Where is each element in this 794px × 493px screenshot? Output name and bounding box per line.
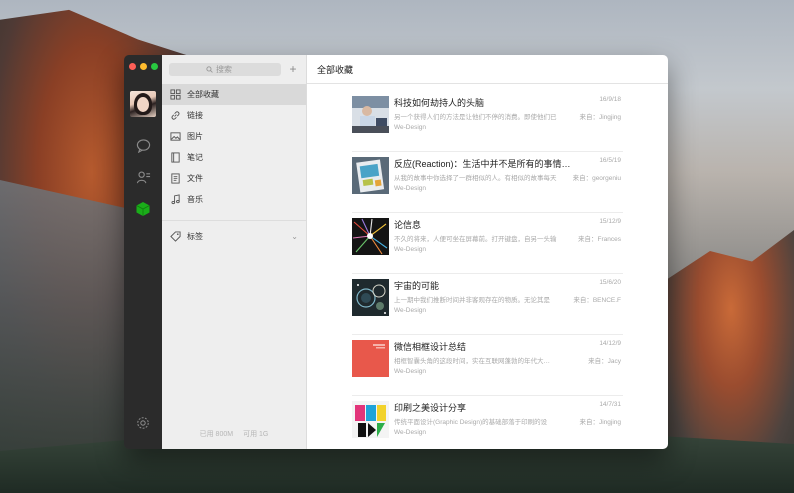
sidebar-item-files[interactable]: 文件: [162, 168, 306, 189]
item-title: 反应(Reaction)：生活中并不是所有的事情都那…: [394, 159, 574, 169]
item-source: We-Design: [394, 246, 427, 253]
chevron-down-icon[interactable]: ⌄: [291, 232, 298, 241]
item-date: 14/12/9: [599, 340, 621, 347]
item-date: 15/12/9: [599, 218, 621, 225]
item-source: We-Design: [394, 307, 427, 314]
tag-icon: [170, 230, 181, 242]
item-excerpt: 从我的故事中你选择了一群相似的人。有相似的故事每天: [394, 175, 557, 182]
item-title: 微信相框设计总结: [394, 342, 467, 352]
item-excerpt: 上一期中我们推断时间并非客观存在的物质。无论其是: [394, 297, 550, 304]
favorites-main: 全部收藏 科技如何劫持人的头脑 另一个获得人们的方法是让他们不停的消费。即使他们…: [307, 55, 668, 449]
contacts-icon[interactable]: [135, 169, 151, 185]
list-item[interactable]: 微信相框设计总结 相框智囊头角的这段时间，实在互联网蓬勃的年代大… We-Des…: [352, 335, 623, 396]
tags-label: 标签: [187, 231, 203, 241]
item-source: We-Design: [394, 185, 427, 192]
tags-section[interactable]: 标签 ⌄: [170, 228, 298, 244]
chat-icon[interactable]: [135, 137, 151, 153]
category-list: 全部收藏 链接 图片 笔记 文件 音乐: [162, 84, 306, 210]
sidebar-item-label: 图片: [187, 132, 203, 141]
avatar[interactable]: [130, 91, 156, 117]
sidebar-item-label: 笔记: [187, 153, 203, 162]
grid-icon: [170, 89, 181, 100]
list-item[interactable]: 科技如何劫持人的头脑 另一个获得人们的方法是让他们不停的消费。即使他们已 We-…: [352, 91, 623, 152]
list-item[interactable]: 宇宙的可能 上一期中我们推断时间并非客观存在的物质。无论其是 We-Design…: [352, 274, 623, 335]
window-controls: [129, 63, 158, 70]
sidebar-item-links[interactable]: 链接: [162, 105, 306, 126]
thumbnail-universe-image: [352, 279, 389, 316]
storage-info: 已用 800M 可用 1G: [162, 429, 306, 439]
item-author: 来自：georgeniu: [572, 175, 621, 182]
sidebar-item-label: 文件: [187, 174, 203, 183]
thumbnail-print-image: [352, 401, 389, 438]
app-window: + 全部收藏 链接 图片 笔记 文件: [124, 55, 668, 449]
item-excerpt: 不久的将来，人便可坐在屏幕前。打开键盘，自另一头输: [394, 236, 557, 243]
item-title: 宇宙的可能: [394, 281, 440, 291]
thumbnail-frame-image: [352, 340, 389, 377]
thumbnail-tech-image: [352, 96, 389, 133]
item-date: 16/9/18: [599, 96, 621, 103]
navigation-rail: [124, 55, 162, 449]
sidebar-item-music[interactable]: 音乐: [162, 189, 306, 210]
favorites-sidebar: + 全部收藏 链接 图片 笔记 文件: [162, 55, 307, 449]
sidebar-item-label: 音乐: [187, 195, 203, 204]
favorites-list: 科技如何劫持人的头脑 另一个获得人们的方法是让他们不停的消费。即使他们已 We-…: [352, 91, 623, 449]
item-date: 14/7/31: [599, 401, 621, 408]
storage-available: 可用 1G: [243, 431, 269, 438]
favorites-icon[interactable]: [135, 201, 151, 217]
sidebar-item-label: 链接: [187, 111, 203, 120]
add-button[interactable]: +: [287, 63, 299, 75]
search-row: +: [169, 62, 299, 76]
item-author: 来自：BENCE.F: [573, 297, 621, 304]
item-date: 16/5/19: [599, 157, 621, 164]
zoom-window-button[interactable]: [151, 63, 158, 70]
sidebar-divider: [162, 220, 306, 221]
storage-used: 已用 800M: [199, 431, 234, 438]
file-icon: [171, 173, 180, 184]
item-author: 来自：Frances: [578, 236, 621, 243]
note-icon: [171, 152, 180, 163]
thumbnail-info-image: [352, 218, 389, 255]
item-date: 15/6/20: [599, 279, 621, 286]
minimize-window-button[interactable]: [140, 63, 147, 70]
search-icon: [206, 65, 213, 73]
sidebar-item-notes[interactable]: 笔记: [162, 147, 306, 168]
music-icon: [171, 194, 180, 205]
thumbnail-reaction-image: [352, 157, 389, 194]
sidebar-item-images[interactable]: 图片: [162, 126, 306, 147]
item-source: We-Design: [394, 368, 427, 375]
close-window-button[interactable]: [129, 63, 136, 70]
link-icon: [171, 111, 180, 120]
item-title: 科技如何劫持人的头脑: [394, 98, 485, 108]
sidebar-item-all[interactable]: 全部收藏: [162, 84, 306, 105]
item-excerpt: 传统平面设计(Graphic Design)的基础部落于印刷的设: [394, 419, 548, 426]
item-excerpt: 另一个获得人们的方法是让他们不停的消费。即使他们已: [394, 114, 557, 121]
item-author: 来自：Jingjing: [579, 419, 621, 426]
item-excerpt: 相框智囊头角的这段时间，实在互联网蓬勃的年代大…: [394, 358, 550, 365]
search-field[interactable]: [169, 62, 281, 76]
item-author: 来自：Jingjing: [579, 114, 621, 121]
image-icon: [170, 132, 181, 141]
item-author: 来自：Jacy: [588, 358, 621, 365]
item-title: 印刷之美设计分享: [394, 403, 467, 413]
list-item[interactable]: 印刷之美设计分享 传统平面设计(Graphic Design)的基础部落于印刷的…: [352, 396, 623, 449]
item-title: 论信息: [394, 220, 422, 230]
page-title: 全部收藏: [307, 55, 668, 84]
item-source: We-Design: [394, 429, 427, 436]
list-item[interactable]: 论信息 不久的将来，人便可坐在屏幕前。打开键盘，自另一头输 We-Design …: [352, 213, 623, 274]
settings-icon[interactable]: [135, 415, 151, 431]
search-input[interactable]: [216, 64, 244, 74]
list-item[interactable]: 反应(Reaction)：生活中并不是所有的事情都那… 从我的故事中你选择了一群…: [352, 152, 623, 213]
item-source: We-Design: [394, 124, 427, 131]
sidebar-item-label: 全部收藏: [187, 90, 219, 99]
